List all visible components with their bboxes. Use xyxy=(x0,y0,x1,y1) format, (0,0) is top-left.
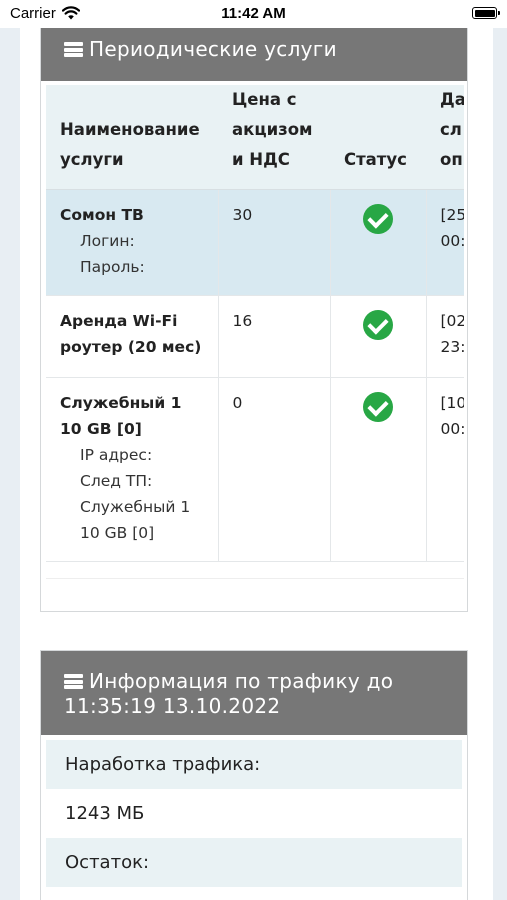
services-panel-header: Периодические услуги xyxy=(41,27,467,81)
price-cell: 16 xyxy=(218,295,331,378)
column-header-price: Цена с акцизом и НДС xyxy=(218,85,330,190)
date-cell: [02 23: xyxy=(426,295,464,378)
traffic-panel: Информация по трафику до 11:35:19 13.10.… xyxy=(40,650,468,900)
service-name: Сомон ТВ xyxy=(60,206,144,224)
status-cell xyxy=(330,189,427,296)
service-name-cell: Служебный 1 10 GB [0] IP адрес: След ТП:… xyxy=(46,377,219,562)
server-icon xyxy=(64,42,83,57)
service-detail: След ТП: xyxy=(80,472,153,490)
battery-icon xyxy=(472,7,500,19)
service-detail: IP адрес: xyxy=(80,446,153,464)
service-name: Аренда Wi-Fi роутер (20 мес) xyxy=(60,312,202,356)
service-detail: Служебный 1 10 GB [0] xyxy=(80,498,191,542)
traffic-usage-label: Наработка трафика: xyxy=(46,740,462,789)
table-scrollbar[interactable] xyxy=(46,578,464,607)
service-name-cell: Сомон ТВ Логин: Пароль: xyxy=(46,189,219,296)
status-cell xyxy=(330,295,427,378)
service-name: Служебный 1 10 GB [0] xyxy=(60,394,182,438)
service-detail: Логин: xyxy=(80,232,135,250)
date-cell: [25 00: xyxy=(426,189,464,296)
price-cell: 30 xyxy=(218,189,331,296)
services-table-scroll[interactable]: Наименование услуги Цена с акцизом и НДС Ст… xyxy=(46,85,464,578)
table-header-row: Наименование услуги Цена с акцизом и НДС Ст… xyxy=(46,85,464,190)
clock: 11:42 AM xyxy=(221,5,286,22)
service-name-cell: Аренда Wi-Fi роутер (20 мес) xyxy=(46,295,219,378)
service-detail: Пароль: xyxy=(80,258,145,276)
column-header-status: Статус xyxy=(330,85,426,190)
traffic-remaining-label: Остаток: xyxy=(46,838,462,887)
price-cell: 0 xyxy=(218,377,331,562)
services-panel-title: Периодические услуги xyxy=(89,37,337,61)
check-circle-icon xyxy=(363,392,393,422)
traffic-usage-value: 1243 МБ xyxy=(65,803,145,824)
page-container: Периодические услуги Наименование услуги … xyxy=(20,0,493,900)
status-cell xyxy=(330,377,427,562)
services-table: Наименование услуги Цена с акцизом и НДС Ст… xyxy=(46,85,464,562)
status-bar: Carrier 11:42 AM xyxy=(0,0,507,28)
traffic-panel-header: Информация по трафику до 11:35:19 13.10.… xyxy=(41,651,467,735)
traffic-panel-title: Информация по трафику до xyxy=(89,669,394,693)
check-circle-icon xyxy=(363,204,393,234)
table-row[interactable]: Сомон ТВ Логин: Пароль: 30 [25 00: xyxy=(46,189,464,296)
server-icon xyxy=(64,674,83,689)
table-row[interactable]: Аренда Wi-Fi роутер (20 мес) 16 [02 23: xyxy=(46,295,464,378)
column-header-date: Да сл оп xyxy=(426,85,464,190)
date-cell: [10 00: xyxy=(426,377,464,562)
check-circle-icon xyxy=(363,310,393,340)
services-panel: Периодические услуги Наименование услуги … xyxy=(40,26,468,612)
table-row[interactable]: Служебный 1 10 GB [0] IP адрес: След ТП:… xyxy=(46,377,464,562)
column-header-name: Наименование услуги xyxy=(46,85,218,190)
traffic-panel-date: 11:35:19 13.10.2022 xyxy=(64,694,281,718)
